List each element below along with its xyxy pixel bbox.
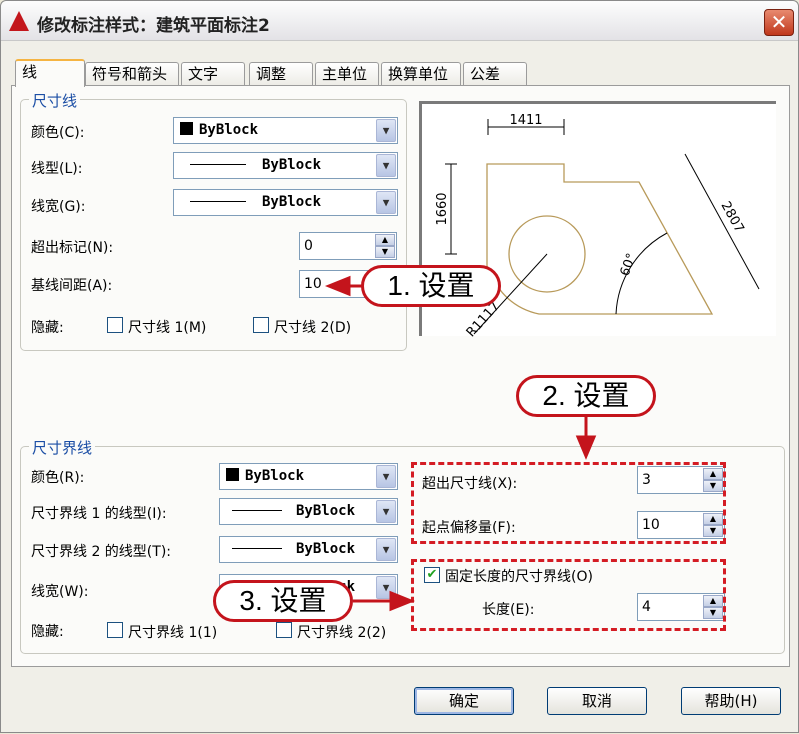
chevron-down-icon[interactable]: ▼	[376, 465, 396, 488]
ext-linetype2-value: ByBlock	[296, 541, 356, 557]
spin-up-icon[interactable]: ▲	[375, 234, 395, 246]
line-sample	[190, 164, 246, 165]
tab-tolerances[interactable]: 公差	[463, 62, 527, 86]
preview-shape	[486, 163, 714, 315]
ext-linetype2-label: 尺寸界线 2 的线型(T):	[31, 544, 171, 560]
chevron-down-icon[interactable]: ▼	[376, 538, 396, 561]
chevron-down-icon[interactable]: ▼	[376, 576, 396, 599]
tab-fit[interactable]: 调整	[249, 62, 313, 86]
dim-diag-line	[684, 153, 760, 290]
ext-linetype2-select[interactable]: ByBlock ▼	[219, 536, 398, 563]
ext-linetype1-label: 尺寸界线 1 的线型(I):	[31, 506, 167, 522]
suppress-dim-line-1-checkbox[interactable]	[107, 317, 123, 333]
dim-color-label: 颜色(C):	[31, 125, 85, 141]
tab-text[interactable]: 文字	[181, 62, 245, 86]
close-button[interactable]: ✕	[764, 9, 794, 36]
suppress-dim-line-2-label: 尺寸线 2(D)	[274, 320, 352, 336]
color-swatch	[180, 122, 193, 135]
color-swatch	[226, 468, 239, 481]
line-sample	[232, 548, 282, 549]
baseline-spacing-label: 基线间距(A):	[31, 278, 113, 294]
extend-ticks-value: 0	[304, 238, 313, 254]
dim-left-text: 1660	[435, 192, 450, 225]
tab-primary-units[interactable]: 主单位	[315, 62, 379, 86]
dim-lineweight-select[interactable]: ByBlock ▼	[173, 189, 398, 216]
ext-lineweight-label: 线宽(W):	[31, 584, 89, 600]
ext-lines-legend: 尺寸界线	[29, 437, 96, 458]
tab-alternate-units[interactable]: 换算单位	[381, 62, 461, 86]
tab-symbols-arrows[interactable]: 符号和箭头	[85, 62, 179, 86]
dim-lines-legend: 尺寸线	[29, 90, 81, 111]
suppress-dim-line-1-label: 尺寸线 1(M)	[128, 320, 207, 336]
ext-linetype1-value: ByBlock	[296, 503, 356, 519]
callout-2: 2. 设置	[516, 375, 656, 417]
dim-linetype-select[interactable]: ByBlock ▼	[173, 152, 398, 179]
dim-lineweight-value: ByBlock	[262, 194, 322, 210]
dim-diag-text: 2807	[717, 199, 746, 235]
suppress-ext-line-1-checkbox[interactable]	[107, 622, 123, 638]
dim-color-select[interactable]: ByBlock ▼	[173, 117, 398, 144]
ext-linetype1-select[interactable]: ByBlock ▼	[219, 498, 398, 525]
autocad-logo-icon	[9, 11, 29, 31]
highlight-box-fixed-length	[411, 559, 726, 631]
ext-color-label: 颜色(R):	[31, 470, 85, 486]
highlight-box-offsets	[411, 462, 726, 544]
chevron-down-icon[interactable]: ▼	[376, 500, 396, 523]
ext-color-value: ByBlock	[245, 468, 305, 484]
dim-linetype-value: ByBlock	[262, 157, 322, 173]
suppress-ext-line-2-label: 尺寸界线 2(2)	[297, 625, 387, 641]
chevron-down-icon[interactable]: ▼	[376, 154, 396, 177]
chevron-down-icon[interactable]: ▼	[376, 119, 396, 142]
ext-color-select[interactable]: ByBlock ▼	[219, 463, 398, 490]
ok-button[interactable]: 确定	[414, 687, 514, 715]
suppress-ext-line-1-label: 尺寸界线 1(1)	[128, 625, 218, 641]
cancel-button[interactable]: 取消	[547, 687, 647, 715]
spin-down-icon[interactable]: ▼	[375, 246, 395, 258]
baseline-spacing-value: 10	[304, 276, 322, 292]
dim-lineweight-label: 线宽(G):	[31, 199, 86, 215]
callout-3: 3. 设置	[213, 580, 353, 622]
ext-suppress-label: 隐藏:	[31, 624, 64, 640]
suppress-ext-line-2-checkbox[interactable]	[276, 622, 292, 638]
extend-ticks-label: 超出标记(N):	[31, 240, 114, 256]
dim-top-text: 1411	[509, 113, 542, 128]
dim-linetype-label: 线型(L):	[31, 161, 83, 177]
line-sample	[190, 201, 246, 202]
dialog-window: 修改标注样式：建筑平面标注2 ✕ 线 符号和箭头 文字 调整 主单位 换算单位 …	[0, 0, 799, 733]
callout-1: 1. 设置	[361, 265, 501, 307]
tab-lines[interactable]: 线	[15, 59, 85, 87]
angle-text: 60°	[618, 251, 640, 278]
help-button[interactable]: 帮助(H)	[681, 687, 781, 715]
extend-ticks-spinner[interactable]: 0 ▲ ▼	[299, 232, 397, 260]
line-sample	[232, 510, 282, 511]
chevron-down-icon[interactable]: ▼	[376, 191, 396, 214]
window-title: 修改标注样式：建筑平面标注2	[37, 16, 270, 36]
dim-suppress-label: 隐藏:	[31, 320, 64, 336]
title-bar: 修改标注样式：建筑平面标注2 ✕	[1, 1, 798, 41]
suppress-dim-line-2-checkbox[interactable]	[253, 317, 269, 333]
dim-color-value: ByBlock	[199, 122, 259, 138]
